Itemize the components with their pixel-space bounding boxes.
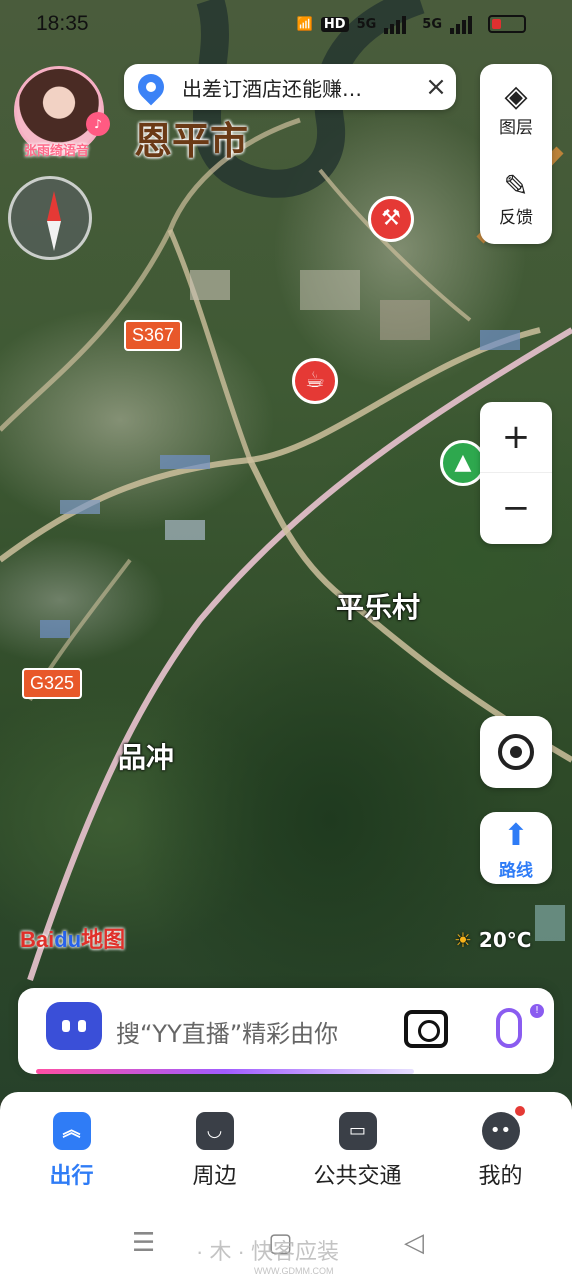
clock: 18:35 bbox=[36, 12, 89, 35]
zoom-control: + − bbox=[480, 402, 552, 544]
feedback-button[interactable]: ✎ 反馈 bbox=[480, 154, 552, 244]
bottom-nav: ︽ 出行 ◡ 周边 ▭ 公共交通 •• 我的 bbox=[0, 1092, 572, 1212]
sun-icon: ☀ bbox=[454, 928, 472, 952]
search-bar[interactable]: 搜“YY直播”精彩由你 ! bbox=[18, 988, 554, 1074]
village-label-pinchong[interactable]: 品冲 bbox=[118, 736, 174, 776]
zoom-in-button[interactable]: + bbox=[480, 402, 552, 473]
close-icon[interactable]: × bbox=[416, 72, 456, 102]
logo-part-3: 地图 bbox=[81, 927, 126, 952]
voice-mic-icon: ♪ bbox=[86, 112, 110, 136]
compass-needle-south bbox=[47, 221, 61, 251]
voice-avatar-label: 张雨绮语音 bbox=[24, 144, 90, 159]
watermark: · 木 · 快客应装 WWW.GDMM.COM bbox=[196, 1234, 339, 1276]
battery-icon bbox=[488, 15, 526, 33]
construction-icon[interactable]: ⚒ bbox=[368, 196, 414, 242]
location-pin-icon bbox=[132, 68, 170, 106]
weather-temp: 20°C bbox=[478, 928, 532, 952]
watermark-url: WWW.GDMM.COM bbox=[254, 1266, 334, 1276]
route-shield-s367: S367 bbox=[124, 320, 183, 351]
watermark-text: · 木 · 快客应装 bbox=[196, 1239, 339, 1264]
signal-icon-2 bbox=[450, 14, 480, 34]
voice-badge: ! bbox=[530, 1004, 544, 1018]
tab-transit-label: 公共交通 bbox=[313, 1164, 402, 1189]
promo-banner[interactable]: 出差订酒店还能赚… × bbox=[124, 64, 456, 110]
weather-widget[interactable]: ☀ 20°C bbox=[454, 928, 531, 952]
tab-profile-label: 我的 bbox=[478, 1164, 523, 1189]
tab-transit[interactable]: ▭ 公共交通 bbox=[286, 1092, 429, 1212]
cafe-icon[interactable]: ☕ bbox=[292, 358, 338, 404]
city-label[interactable]: 恩平市 bbox=[134, 110, 248, 165]
net-label-2: 5G bbox=[422, 16, 442, 32]
map-tools-panel: ◈ 图层 ✎ 反馈 bbox=[480, 64, 552, 244]
feedback-edit-icon: ✎ bbox=[503, 168, 529, 204]
layers-label: 图层 bbox=[499, 117, 533, 138]
compass-needle-north bbox=[47, 191, 61, 221]
search-placeholder[interactable]: 搜“YY直播”精彩由你 bbox=[116, 1014, 338, 1049]
locate-icon bbox=[498, 734, 534, 770]
route-arrow-icon: ⬆ bbox=[503, 818, 529, 853]
hd-badge: HD bbox=[320, 16, 349, 32]
layers-button[interactable]: ◈ 图层 bbox=[480, 64, 552, 154]
route-label: 路线 bbox=[499, 861, 533, 881]
status-icons: 📶 HD 5G 5G bbox=[297, 14, 526, 34]
menu-icon[interactable]: ☰ bbox=[132, 1228, 155, 1258]
microphone-icon[interactable] bbox=[496, 1008, 522, 1048]
logo-part-2: du bbox=[54, 927, 82, 952]
compass-icon[interactable] bbox=[8, 176, 92, 260]
status-bar: 18:35 📶 HD 5G 5G bbox=[0, 0, 572, 52]
tab-nearby-label: 周边 bbox=[192, 1164, 237, 1189]
logo-part-1: Bai bbox=[20, 927, 55, 952]
robot-icon[interactable] bbox=[46, 1002, 102, 1050]
profile-icon: •• bbox=[481, 1112, 520, 1150]
baidu-map-logo: Baidu地图 bbox=[20, 922, 125, 954]
back-icon[interactable]: ◁ bbox=[404, 1228, 424, 1258]
nearby-icon: ◡ bbox=[195, 1112, 234, 1150]
search-glow-bar bbox=[36, 1069, 414, 1074]
route-shield-g325: G325 bbox=[22, 668, 83, 699]
feedback-label: 反馈 bbox=[499, 207, 533, 228]
net-label-1: 5G bbox=[356, 16, 377, 32]
tab-nearby[interactable]: ◡ 周边 bbox=[143, 1092, 286, 1212]
village-label-pingle[interactable]: 平乐村 bbox=[336, 586, 420, 626]
promo-text: 出差订酒店还能赚… bbox=[182, 76, 362, 101]
transit-icon: ▭ bbox=[338, 1112, 377, 1150]
layers-icon: ◈ bbox=[504, 78, 528, 114]
travel-icon: ︽ bbox=[52, 1112, 91, 1150]
tab-travel[interactable]: ︽ 出行 bbox=[0, 1092, 143, 1212]
route-button[interactable]: ⬆ 路线 bbox=[480, 812, 552, 884]
signal-icon-1 bbox=[384, 14, 414, 34]
tab-travel-label: 出行 bbox=[49, 1164, 94, 1189]
wifi-icon: 📶 bbox=[296, 16, 313, 32]
zoom-out-button[interactable]: − bbox=[480, 473, 552, 544]
camera-icon[interactable] bbox=[404, 1010, 448, 1048]
notification-dot bbox=[515, 1106, 525, 1116]
tab-profile[interactable]: •• 我的 bbox=[429, 1092, 572, 1212]
locate-button[interactable] bbox=[480, 716, 552, 788]
